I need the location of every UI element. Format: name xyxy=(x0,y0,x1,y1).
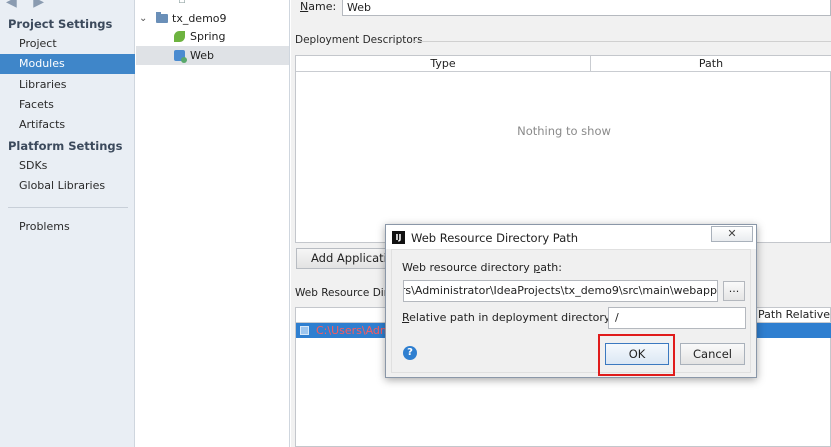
directory-path-label-post: ath: xyxy=(540,261,562,274)
dialog-titlebar[interactable]: IJ Web Resource Directory Path ✕ xyxy=(386,225,756,249)
settings-sidebar: ◀ ▶ Project Settings Project Modules Lib… xyxy=(0,0,135,447)
close-icon[interactable]: ✕ xyxy=(711,226,753,242)
cancel-button[interactable]: Cancel xyxy=(680,343,745,365)
tree-node-spring-label: Spring xyxy=(190,30,226,43)
tree-node-web-label: Web xyxy=(190,49,214,62)
module-tree: ▫ ⌄ tx_demo9 Spring Web xyxy=(136,0,290,447)
directory-path-label: Web resource directory path: xyxy=(402,261,562,274)
empty-table-text: Nothing to show xyxy=(517,124,611,138)
platform-settings-header: Platform Settings xyxy=(8,139,123,153)
name-label-rest: ame: xyxy=(308,0,337,13)
row-checkbox[interactable] xyxy=(300,326,309,335)
dialog-title: Web Resource Directory Path xyxy=(411,231,579,245)
sidebar-item-global-libraries[interactable]: Global Libraries xyxy=(0,176,135,196)
chevron-down-icon[interactable]: ⌄ xyxy=(139,9,147,28)
section-divider xyxy=(413,41,831,42)
sidebar-item-libraries[interactable]: Libraries xyxy=(0,75,135,95)
tree-node-spring[interactable]: Spring xyxy=(136,27,289,46)
column-header-type[interactable]: Type xyxy=(296,56,591,72)
browse-button[interactable]: ... xyxy=(723,281,745,301)
ok-button[interactable]: OK xyxy=(605,343,669,365)
sidebar-divider xyxy=(8,207,128,208)
deployment-descriptors-title: Deployment Descriptors xyxy=(295,34,423,46)
dialog-body: Web resource directory path: C:\Users\Ad… xyxy=(391,249,751,376)
tree-node-web[interactable]: Web xyxy=(136,46,289,65)
tree-toolbar-icon[interactable]: ▫ xyxy=(178,0,186,6)
project-settings-header: Project Settings xyxy=(8,17,113,31)
sidebar-item-facets[interactable]: Facets xyxy=(0,95,135,115)
directory-path-input[interactable]: C:\Users\Administrator\IdeaProjects\tx_d… xyxy=(403,280,718,302)
tree-node-root-label: tx_demo9 xyxy=(172,12,227,25)
name-label: Name: xyxy=(300,0,336,14)
sidebar-item-problems[interactable]: Problems xyxy=(0,217,135,237)
intellij-app-icon: IJ xyxy=(392,231,405,244)
back-forward-arrows-icon[interactable]: ◀ ▶ xyxy=(6,0,50,10)
directory-path-label-pre: Web resource directory xyxy=(402,261,534,274)
name-input[interactable]: Web xyxy=(342,0,831,16)
sidebar-item-project[interactable]: Project xyxy=(0,34,135,54)
column-header-path[interactable]: Path xyxy=(591,56,831,72)
spring-leaf-icon xyxy=(174,31,185,42)
sidebar-item-sdks[interactable]: SDKs xyxy=(0,156,135,176)
directory-path-value: C:\Users\Administrator\IdeaProjects\tx_d… xyxy=(404,284,717,297)
deployment-descriptors-table[interactable]: Type Path Nothing to show xyxy=(295,55,831,243)
module-folder-icon xyxy=(156,12,168,23)
web-resource-directory-dialog: IJ Web Resource Directory Path ✕ Web res… xyxy=(385,224,757,378)
web-resource-directories-title: Web Resource Directories xyxy=(295,287,395,299)
sidebar-item-artifacts[interactable]: Artifacts xyxy=(0,115,135,135)
help-icon[interactable]: ? xyxy=(403,346,417,360)
relative-path-input[interactable]: / xyxy=(608,307,746,329)
name-label-mnemonic: N xyxy=(300,0,309,13)
web-facet-icon xyxy=(174,50,187,63)
relative-path-label: Relative path in deployment directory: xyxy=(402,311,613,324)
sidebar-item-modules[interactable]: Modules xyxy=(0,54,135,74)
tree-node-root[interactable]: ⌄ tx_demo9 xyxy=(136,9,289,28)
relative-path-label-rest: elative path in deployment directory: xyxy=(409,311,614,324)
